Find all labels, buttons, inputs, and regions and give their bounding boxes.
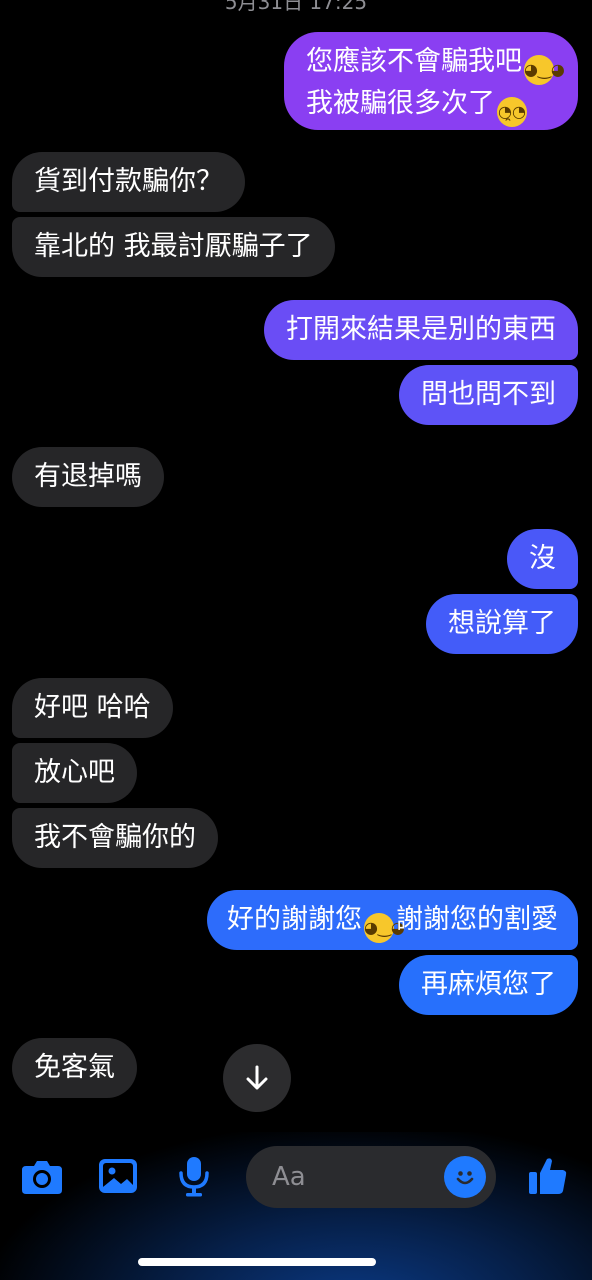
pleading-face-emoji: ◕‿◕: [524, 55, 565, 85]
message-outgoing-bubble: 打開來結果是別的東西: [264, 300, 578, 360]
message-text: 我不會騙你的: [34, 822, 196, 853]
message-outgoing-bubble: 沒: [507, 529, 578, 589]
message-text: 您應該不會騙我吧: [306, 46, 522, 77]
gallery-button[interactable]: [94, 1152, 142, 1200]
like-thumbs-up-icon: [529, 1158, 567, 1194]
arrow-down-icon: [246, 1065, 268, 1090]
message-outgoing-bubble: 好的謝謝您 ◕‿◕謝謝您的割愛: [207, 890, 578, 950]
top-timestamp: 5月31日 17:25: [224, 0, 368, 14]
message-text: 我被騙很多次了: [306, 88, 495, 119]
camera-button[interactable]: [18, 1152, 66, 1200]
message-incoming-bubble: 貨到付款騙你？: [12, 152, 245, 212]
message-text: 靠北的 我最討厭騙子了: [34, 231, 313, 262]
message-input-placeholder: Aa: [272, 1162, 306, 1192]
message-text: 問也問不到: [421, 379, 556, 410]
emoji-picker-button[interactable]: [444, 1156, 486, 1198]
message-text: 放心吧: [34, 757, 115, 788]
message-text: 想說算了: [448, 608, 556, 639]
smile-icon: [456, 1171, 474, 1185]
message-text: 好的謝謝您: [227, 904, 362, 935]
message-incoming-bubble: 免客氣: [12, 1038, 137, 1098]
message-text: 沒: [529, 543, 556, 574]
like-button[interactable]: [524, 1152, 572, 1200]
message-text: 免客氣: [34, 1052, 115, 1083]
microphone-icon: [179, 1157, 209, 1197]
crying-face-emoji: ◔̯◔: [497, 97, 527, 127]
message-incoming-bubble: 有退掉嗎: [12, 447, 164, 507]
pleading-face-emoji: ◕‿◕: [364, 913, 405, 943]
home-indicator: [138, 1258, 376, 1266]
camera-icon: [22, 1161, 62, 1194]
message-text: 打開來結果是別的東西: [286, 314, 556, 345]
message-outgoing-bubble: 您應該不會騙我吧 ◕‿◕ 我被騙很多次了 ◔̯◔: [284, 32, 578, 130]
voice-message-button[interactable]: [170, 1152, 218, 1200]
message-incoming-bubble: 靠北的 我最討厭騙子了: [12, 217, 335, 277]
message-outgoing-bubble: 再麻煩您了: [399, 955, 578, 1015]
message-incoming-bubble: 好吧 哈哈: [12, 678, 173, 738]
scroll-to-bottom-button[interactable]: [223, 1044, 291, 1112]
message-text: 謝謝您的割愛: [396, 904, 558, 935]
message-incoming-bubble: 放心吧: [12, 743, 137, 803]
message-outgoing-bubble: 想說算了: [426, 594, 578, 654]
message-outgoing-bubble: 問也問不到: [399, 365, 578, 425]
message-text: 有退掉嗎: [34, 461, 142, 492]
message-text: 再麻煩您了: [421, 969, 556, 1000]
message-incoming-bubble: 我不會騙你的: [12, 808, 218, 868]
message-text: 好吧 哈哈: [34, 692, 151, 723]
image-icon: [99, 1159, 137, 1193]
message-text: 貨到付款騙你？: [34, 166, 223, 197]
